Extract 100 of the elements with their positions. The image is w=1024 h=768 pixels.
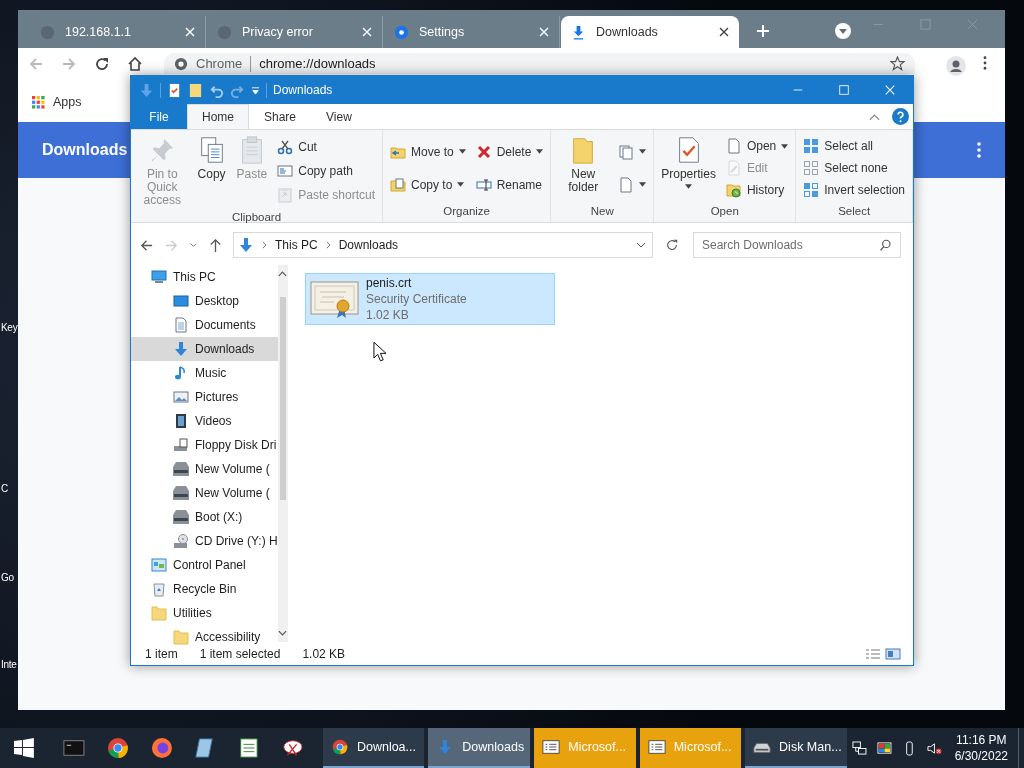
scrollbar[interactable] (277, 265, 288, 642)
browser-logo-icon[interactable] (106, 737, 129, 759)
ribbon-button[interactable]: Move to (387, 141, 469, 162)
nav-item[interactable]: Pictures (131, 385, 278, 409)
nav-item[interactable]: Desktop (131, 289, 278, 313)
breadcrumb-item[interactable]: Downloads (338, 238, 399, 252)
taskbar-window-button[interactable]: Downloa... (322, 728, 425, 768)
ribbon-button[interactable]: Open (722, 135, 792, 157)
nav-item[interactable]: Utilities (131, 601, 278, 625)
folder-icon (173, 629, 189, 645)
nav-item[interactable]: Videos (131, 409, 278, 433)
address-bar[interactable]: Chrome chrome://downloads (164, 53, 915, 74)
folder-icon[interactable] (188, 82, 203, 98)
terminal-icon[interactable] (62, 737, 85, 759)
nav-item[interactable]: Accessibility (131, 625, 278, 649)
nav-item[interactable]: Boot (X:) (131, 505, 278, 529)
new-tab-icon[interactable] (756, 24, 770, 38)
search-field[interactable]: Search Downloads (693, 232, 901, 258)
computer-icon (151, 269, 167, 285)
ribbon-button[interactable]: Properties (658, 133, 719, 191)
windows-start-icon[interactable] (14, 738, 34, 758)
chevron-icon (262, 241, 267, 249)
chevron-icon (325, 241, 331, 249)
star-icon[interactable] (890, 56, 905, 71)
desktop-icon-label[interactable]: Key (1, 322, 18, 333)
profile-icon[interactable] (946, 56, 966, 76)
download-icon (571, 24, 586, 40)
ribbon-tab[interactable]: File (131, 104, 187, 129)
ribbon-button[interactable]: Delete (472, 141, 547, 162)
ribbon-button[interactable]: Invert selection (800, 179, 908, 201)
apps-grid-icon (32, 95, 45, 109)
ribbon-button[interactable]: Copy path (274, 160, 378, 182)
fox-browser-icon[interactable] (150, 737, 173, 759)
nav-item[interactable]: New Volume ( (131, 481, 278, 505)
recent-caret-icon[interactable] (189, 240, 198, 250)
nav-item[interactable]: Control Panel (131, 553, 278, 577)
up-arrow-icon[interactable] (208, 237, 223, 253)
close-icon[interactable] (719, 27, 729, 37)
muted-speaker-icon[interactable] (926, 740, 942, 756)
ribbon-button[interactable]: New folder (555, 133, 612, 196)
browser-tab[interactable]: Settings (384, 16, 560, 48)
spreadsheet-icon[interactable] (238, 737, 261, 759)
scissors-icon (277, 139, 294, 155)
home-icon[interactable] (127, 56, 143, 72)
desktop-icon-label[interactable]: Inte (1, 659, 17, 670)
ribbon-button[interactable]: Cut (274, 136, 378, 158)
apps-bookmark[interactable]: Apps (30, 93, 84, 111)
ribbon-button[interactable]: Select none (800, 157, 908, 179)
scroll-thumb[interactable] (279, 297, 286, 500)
menu-icon[interactable] (983, 56, 987, 70)
menu-icon[interactable] (977, 142, 981, 158)
checklist-icon[interactable] (167, 82, 182, 98)
taskbar-window-button[interactable]: Disk Man... (745, 728, 848, 768)
tab-search-icon[interactable] (834, 22, 852, 40)
collapse-ribbon-icon[interactable] (869, 112, 880, 121)
ribbon-button[interactable]: Select all (800, 135, 908, 157)
file-type: Security Certificate (366, 291, 467, 307)
desktop-icon-label[interactable]: Go (1, 572, 14, 583)
caret-icon (639, 182, 647, 187)
browser-tab[interactable]: 192.168.1.1 (30, 16, 206, 48)
reload-icon[interactable] (94, 56, 110, 72)
ribbon-tab[interactable]: Home (187, 104, 249, 129)
ribbon-button[interactable]: Copy to (387, 174, 469, 195)
browser-tab[interactable]: Privacy error (207, 16, 383, 48)
caret-icon[interactable] (636, 240, 646, 250)
file-size: 1.02 KB (366, 307, 410, 323)
browser-tab[interactable]: Downloads (561, 16, 739, 48)
breadcrumb-item[interactable]: This PC (275, 238, 318, 252)
nav-item[interactable]: Documents (131, 313, 278, 337)
file-tile[interactable]: penis.crt Security Certificate 1.02 KB (305, 273, 555, 325)
desktop-icon-label[interactable]: C (1, 483, 8, 494)
nav-item[interactable]: Music (131, 361, 278, 385)
clock-date[interactable]: 6/30/2022 (954, 748, 1009, 764)
scroll-down-icon[interactable] (278, 630, 288, 636)
color-display-icon[interactable] (877, 740, 892, 756)
scroll-up-icon[interactable] (278, 271, 288, 277)
clock-time[interactable]: 11:16 PM (956, 732, 1007, 748)
ribbon-button[interactable]: Rename (472, 174, 547, 195)
group-label: Organize (442, 204, 491, 219)
nav-item[interactable]: Floppy Disk Dri (131, 433, 278, 457)
download-icon (173, 341, 189, 357)
group-label: Clipboard (230, 210, 283, 225)
caret-icon (457, 182, 465, 187)
taskbar-window-button[interactable]: Downloads (428, 728, 531, 768)
nav-item[interactable]: This PC (131, 265, 278, 289)
refresh-icon[interactable] (665, 238, 679, 252)
nav-item[interactable]: New Volume ( (131, 457, 278, 481)
nav-item[interactable]: Downloads (131, 337, 278, 361)
nav-item[interactable]: Recycle Bin (131, 577, 278, 601)
nav-item[interactable]: CD Drive (Y:) H (131, 529, 278, 553)
customize-caret-icon[interactable] (251, 85, 260, 95)
network-icon[interactable] (852, 740, 867, 756)
address-field[interactable]: This PC Downloads (233, 232, 653, 258)
ribbon-button[interactable]: Copy (193, 133, 230, 183)
group-label: Open (709, 204, 740, 219)
selection-size: 1.02 KB (302, 646, 346, 661)
help-icon[interactable] (892, 108, 909, 125)
ribbon-button[interactable]: History (722, 179, 792, 201)
text-field-icon (277, 163, 294, 179)
large-icons-view-icon[interactable] (885, 647, 901, 660)
